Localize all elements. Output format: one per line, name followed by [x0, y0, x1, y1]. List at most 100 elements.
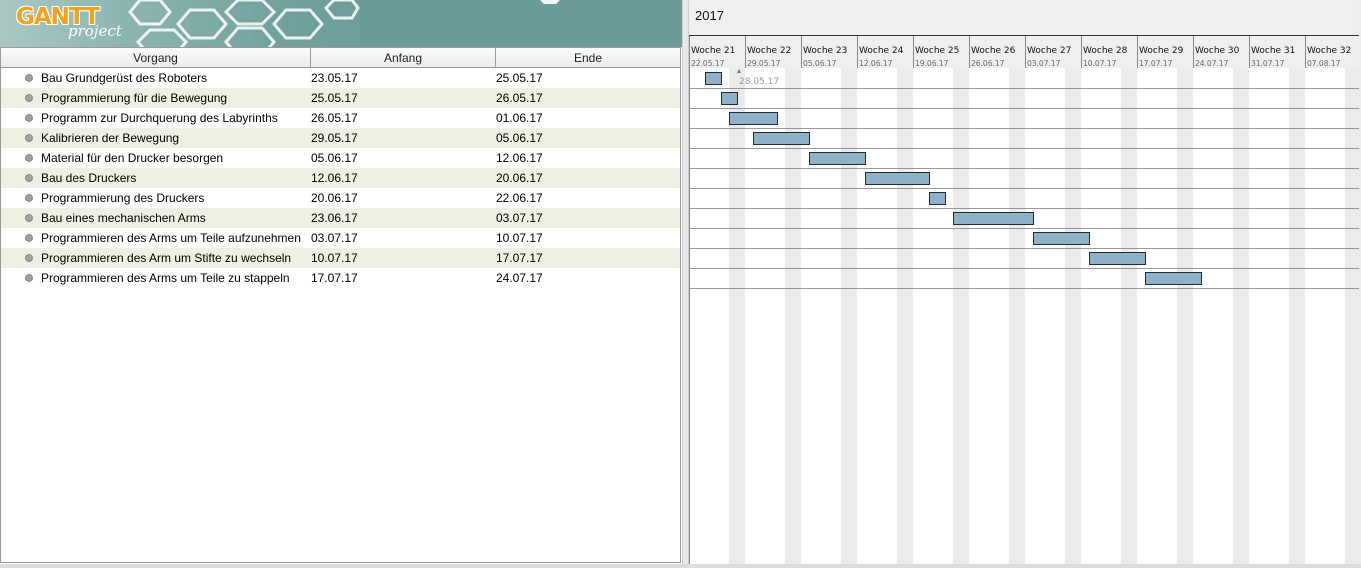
week-date-label: 31.07.17 — [1251, 59, 1285, 68]
week-label: Woche 25 — [915, 46, 959, 56]
task-end: 25.05.17 — [496, 71, 543, 85]
table-row[interactable]: Programmieren des Arm um Stifte zu wechs… — [1, 248, 681, 268]
weekend-column — [841, 68, 857, 564]
week-date-label: 29.05.17 — [747, 59, 781, 68]
date-marker-label: 28.05.17 — [739, 77, 779, 87]
task-end: 03.07.17 — [496, 211, 543, 225]
table-row[interactable]: Programmieren des Arms um Teile aufzuneh… — [1, 228, 681, 248]
task-bar[interactable] — [1033, 232, 1090, 245]
week-date-label: 22.05.17 — [691, 59, 725, 68]
table-row[interactable]: Kalibrieren der Bewegung 29.05.17 05.06.17 — [1, 128, 681, 148]
task-bullet-icon — [25, 74, 33, 82]
task-start: 23.05.17 — [311, 71, 358, 85]
logo-project-word: project — [68, 22, 122, 40]
task-end: 10.07.17 — [496, 231, 543, 245]
task-end: 26.05.17 — [496, 91, 543, 105]
table-row[interactable]: Programmieren des Arms um Teile zu stapp… — [1, 268, 681, 288]
weekend-column — [1233, 68, 1249, 564]
task-name: Bau eines mechanischen Arms — [41, 211, 206, 225]
weekend-column — [1177, 68, 1193, 564]
task-start: 17.07.17 — [311, 271, 358, 285]
week-date-label: 10.07.17 — [1083, 59, 1117, 68]
week-label: Woche 27 — [1027, 46, 1071, 56]
week-date-label: 17.07.17 — [1139, 59, 1173, 68]
task-bullet-icon — [25, 134, 33, 142]
column-header-anfang[interactable]: Anfang — [311, 48, 496, 67]
task-bullet-icon — [25, 114, 33, 122]
weekend-column — [1345, 68, 1359, 564]
task-start: 03.07.17 — [311, 231, 358, 245]
task-bar[interactable] — [753, 132, 810, 145]
week-date-label: 19.06.17 — [915, 59, 949, 68]
task-start: 29.05.17 — [311, 131, 358, 145]
task-name: Material für den Drucker besorgen — [41, 151, 224, 165]
task-bullet-icon — [25, 214, 33, 222]
table-row[interactable]: Bau Grundgerüst des Roboters 23.05.17 25.0… — [1, 68, 681, 88]
week-label: Woche 21 — [691, 46, 735, 56]
table-row[interactable]: Programmierung des Druckers 20.06.17 22.06… — [1, 188, 681, 208]
task-start: 23.06.17 — [311, 211, 358, 225]
week-date-label: 05.06.17 — [803, 59, 837, 68]
task-bar[interactable] — [705, 72, 722, 85]
gantt-chart-panel[interactable]: 2017 Woche 21 22.05.17 Woche 22 29.05.17 Woc… — [689, 0, 1359, 564]
logo-banner: GANTT project — [0, 0, 682, 47]
task-name: Programmieren des Arms um Teile aufzuneh… — [41, 231, 301, 245]
weekend-column — [1121, 68, 1137, 564]
task-bar[interactable] — [809, 152, 866, 165]
table-header: Vorgang Anfang Ende — [0, 47, 681, 68]
week-date-label: 07.08.17 — [1307, 59, 1341, 68]
task-name: Programmierung für die Bewegung — [41, 91, 228, 105]
task-start: 20.06.17 — [311, 191, 358, 205]
weekend-column — [1009, 68, 1025, 564]
table-row[interactable]: Bau eines mechanischen Arms 23.06.17 03.07… — [1, 208, 681, 228]
week-label: Woche 32 — [1307, 46, 1351, 56]
task-bullet-icon — [25, 194, 33, 202]
task-bar[interactable] — [953, 212, 1034, 225]
task-bar[interactable] — [929, 192, 946, 205]
week-date-label: 26.06.17 — [971, 59, 1005, 68]
week-label: Woche 31 — [1251, 46, 1295, 56]
task-bar[interactable] — [721, 92, 738, 105]
task-name: Bau Grundgerüst des Roboters — [41, 71, 208, 85]
ganttproject-logo: GANTT project — [16, 4, 126, 42]
task-bullet-icon — [25, 254, 33, 262]
task-end: 20.06.17 — [496, 171, 543, 185]
task-bullet-icon — [25, 274, 33, 282]
task-name: Programmieren des Arms um Teile zu stapp… — [41, 271, 290, 285]
column-header-vorgang[interactable]: Vorgang — [1, 48, 311, 67]
task-list: Bau Grundgerüst des Roboters 23.05.17 25.0… — [1, 68, 681, 288]
week-label: Woche 26 — [971, 46, 1016, 56]
table-row[interactable]: Programmierung für die Bewegung 25.05.17 2… — [1, 88, 681, 108]
weekend-column — [953, 68, 969, 564]
task-end: 05.06.17 — [496, 131, 543, 145]
weekend-column — [1289, 68, 1305, 564]
week-label: Woche 23 — [803, 46, 847, 56]
week-label: Woche 24 — [859, 46, 904, 56]
week-label: Woche 30 — [1195, 46, 1240, 56]
task-start: 05.06.17 — [311, 151, 358, 165]
table-row[interactable]: Bau des Druckers 12.06.17 20.06.17 — [1, 168, 681, 188]
task-name: Programmierung des Druckers — [41, 191, 205, 205]
weekend-column — [1065, 68, 1081, 564]
task-bullet-icon — [25, 234, 33, 242]
week-label: Woche 22 — [747, 46, 791, 56]
task-end: 22.06.17 — [496, 191, 543, 205]
weekend-column — [729, 68, 745, 564]
weekend-column — [897, 68, 913, 564]
week-date-label: 24.07.17 — [1195, 59, 1229, 68]
table-row[interactable]: Material für den Drucker besorgen 05.06.1… — [1, 148, 681, 168]
task-bullet-icon — [25, 94, 33, 102]
task-bar[interactable] — [1145, 272, 1202, 285]
task-table-panel: GANTT project Vorgang Anfang Ende Bau Gr… — [0, 0, 682, 564]
task-end: 12.06.17 — [496, 151, 543, 165]
gantt-chart-canvas[interactable]: Woche 21 22.05.17 Woche 22 29.05.17 Woche 23… — [689, 0, 1359, 564]
week-date-label: 12.06.17 — [859, 59, 893, 68]
task-name: Kalibrieren der Bewegung — [41, 131, 180, 145]
task-bar[interactable] — [729, 112, 778, 125]
column-header-ende[interactable]: Ende — [496, 48, 681, 67]
task-bar[interactable] — [865, 172, 930, 185]
task-bar[interactable] — [1089, 252, 1146, 265]
table-row[interactable]: Programm zur Durchquerung des Labyrinths… — [1, 108, 681, 128]
panel-splitter[interactable] — [682, 0, 689, 564]
task-bullet-icon — [25, 174, 33, 182]
